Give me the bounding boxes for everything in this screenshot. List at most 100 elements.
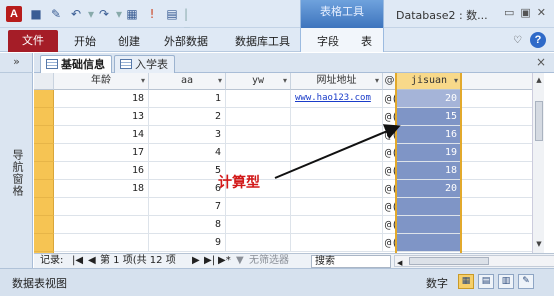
query-icon[interactable]: ▦ bbox=[124, 6, 140, 22]
cell-jisuan[interactable]: 18 bbox=[397, 162, 462, 180]
cell-age[interactable]: 18 bbox=[54, 180, 149, 198]
last-record-button[interactable]: ▶| bbox=[204, 254, 215, 268]
chevron-down-icon[interactable]: ▾ bbox=[375, 73, 379, 89]
close-icon[interactable]: ✕ bbox=[537, 6, 546, 19]
cell-age[interactable]: 18 bbox=[54, 90, 149, 108]
close-document-icon[interactable]: × bbox=[536, 55, 546, 69]
record-position[interactable]: 第 1 项(共 12 项 bbox=[100, 254, 176, 268]
cell-blank[interactable] bbox=[462, 180, 542, 198]
cell-aa[interactable]: 5 bbox=[149, 162, 226, 180]
cell-blank[interactable] bbox=[462, 108, 542, 126]
save-icon[interactable]: ■ bbox=[28, 6, 44, 22]
pivot-table-view-icon[interactable]: ▤ bbox=[478, 274, 494, 289]
cell-aa[interactable]: 2 bbox=[149, 108, 226, 126]
cell-aa[interactable]: 1 bbox=[149, 90, 226, 108]
cell-blank[interactable] bbox=[462, 144, 542, 162]
cell-jisuan[interactable] bbox=[397, 216, 462, 234]
chevron-down-icon[interactable]: ▾ bbox=[283, 73, 287, 89]
redo-icon[interactable]: ↷ bbox=[96, 6, 112, 22]
cell-yw[interactable] bbox=[226, 198, 291, 216]
edit-icon[interactable]: ✎ bbox=[48, 6, 64, 22]
nav-pane-label[interactable]: 导航窗格 bbox=[9, 149, 25, 197]
cell-age[interactable]: 16 bbox=[54, 162, 149, 180]
cell-blank[interactable] bbox=[462, 198, 542, 216]
cell-aa[interactable]: 9 bbox=[149, 234, 226, 252]
record-selector[interactable] bbox=[34, 216, 54, 234]
record-selector[interactable] bbox=[34, 234, 54, 252]
record-selector[interactable] bbox=[34, 198, 54, 216]
restore-icon[interactable]: ▣ bbox=[520, 6, 530, 19]
filter-icon[interactable]: ▼ bbox=[236, 254, 244, 268]
cell-blank[interactable] bbox=[462, 90, 542, 108]
cell-blank[interactable] bbox=[462, 216, 542, 234]
design-view-icon[interactable]: ✎ bbox=[518, 274, 534, 289]
tab-file[interactable]: 文件 bbox=[8, 30, 58, 52]
no-filter-label[interactable]: 无筛选器 bbox=[249, 254, 289, 268]
customize-icon[interactable]: |▾ bbox=[184, 6, 190, 37]
cell-url[interactable] bbox=[291, 162, 383, 180]
cell-aa[interactable]: 6 bbox=[149, 180, 226, 198]
record-selector[interactable] bbox=[34, 90, 54, 108]
run-icon[interactable]: ! bbox=[144, 6, 160, 22]
view-icon[interactable]: ▤ bbox=[164, 6, 180, 22]
cell-age[interactable]: 13 bbox=[54, 108, 149, 126]
cell-blank[interactable] bbox=[462, 162, 542, 180]
column-header-url[interactable]: 网址地址 ▾ bbox=[291, 73, 383, 90]
tab-table[interactable]: 表 bbox=[361, 33, 372, 49]
chevron-down-icon[interactable]: ▾ bbox=[454, 73, 458, 89]
record-selector[interactable] bbox=[34, 108, 54, 126]
cell-aa[interactable]: 3 bbox=[149, 126, 226, 144]
doc-tab-basic-info[interactable]: 基础信息 bbox=[40, 55, 112, 73]
column-header-jisuan[interactable]: jisuan ▾ bbox=[397, 73, 462, 90]
cell-yw[interactable] bbox=[226, 90, 291, 108]
column-header-aa[interactable]: aa ▾ bbox=[149, 73, 226, 90]
cell-yw[interactable] bbox=[226, 234, 291, 252]
cell-jisuan[interactable]: 20 bbox=[397, 180, 462, 198]
dropdown-icon[interactable]: ▾ bbox=[88, 6, 94, 22]
cell-url[interactable] bbox=[291, 234, 383, 252]
cell-url[interactable] bbox=[291, 126, 383, 144]
cell-jisuan[interactable]: 19 bbox=[397, 144, 462, 162]
search-input[interactable]: 搜索 bbox=[311, 255, 391, 268]
cell-url[interactable]: www.hao123.com bbox=[291, 90, 383, 108]
cell-url[interactable] bbox=[291, 180, 383, 198]
column-header-attachment[interactable]: @ bbox=[383, 73, 397, 90]
cell-aa[interactable]: 4 bbox=[149, 144, 226, 162]
record-selector[interactable] bbox=[34, 126, 54, 144]
tab-database-tools[interactable]: 数据库工具 bbox=[235, 33, 290, 49]
cell-jisuan[interactable]: 16 bbox=[397, 126, 462, 144]
cell-jisuan[interactable]: 20 bbox=[397, 90, 462, 108]
prev-record-button[interactable]: ◀ bbox=[88, 254, 96, 268]
column-header-yw[interactable]: yw ▾ bbox=[226, 73, 291, 90]
cell-url[interactable] bbox=[291, 108, 383, 126]
vertical-scrollbar[interactable]: ▲ ▼ bbox=[532, 73, 544, 253]
cell-jisuan[interactable] bbox=[397, 198, 462, 216]
cell-url[interactable] bbox=[291, 198, 383, 216]
doc-tab-enrollment[interactable]: 入学表 bbox=[114, 55, 175, 73]
cell-aa[interactable]: 7 bbox=[149, 198, 226, 216]
datasheet-view-icon[interactable]: ▦ bbox=[458, 274, 474, 289]
select-all-corner[interactable] bbox=[34, 73, 54, 90]
cell-age[interactable] bbox=[54, 216, 149, 234]
cell-url[interactable] bbox=[291, 216, 383, 234]
record-selector[interactable] bbox=[34, 180, 54, 198]
cell-age[interactable]: 17 bbox=[54, 144, 149, 162]
record-selector[interactable] bbox=[34, 162, 54, 180]
tab-fields[interactable]: 字段 bbox=[317, 33, 339, 49]
chevron-down-icon[interactable]: ▾ bbox=[141, 73, 145, 89]
nav-pane-toggle[interactable]: » bbox=[0, 53, 33, 73]
cell-age[interactable]: 14 bbox=[54, 126, 149, 144]
tab-create[interactable]: 创建 bbox=[118, 33, 140, 49]
cell-blank[interactable] bbox=[462, 234, 542, 252]
help-icon[interactable]: ? bbox=[530, 32, 546, 48]
scroll-thumb[interactable] bbox=[535, 101, 543, 141]
scroll-down-icon[interactable]: ▼ bbox=[534, 240, 544, 250]
cell-yw[interactable] bbox=[226, 126, 291, 144]
cell-blank[interactable] bbox=[462, 126, 542, 144]
cell-yw[interactable] bbox=[226, 144, 291, 162]
undo-icon[interactable]: ↶ bbox=[68, 6, 84, 22]
dropdown-icon[interactable]: ▾ bbox=[116, 6, 122, 22]
minimize-ribbon-icon[interactable]: ♡ bbox=[513, 35, 522, 46]
access-app-icon[interactable]: A bbox=[6, 6, 22, 22]
chevron-down-icon[interactable]: ▾ bbox=[218, 73, 222, 89]
